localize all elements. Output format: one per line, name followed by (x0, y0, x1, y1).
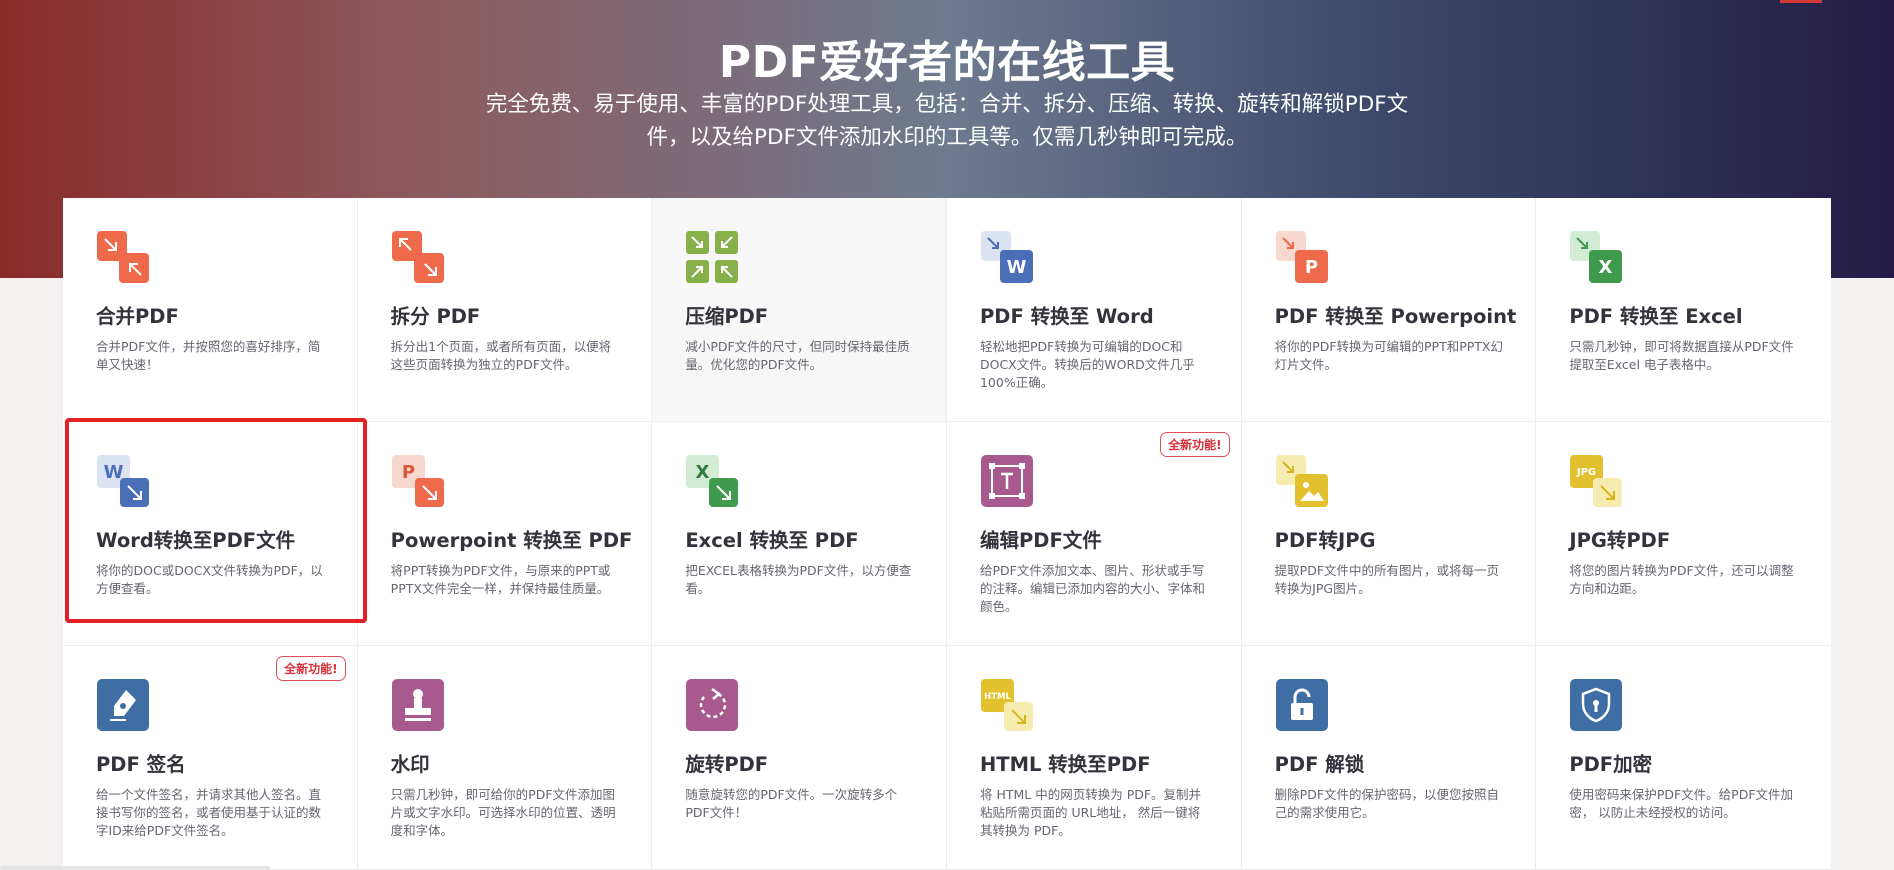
tool-card-word-to-pdf[interactable]: W Word转换至PDF文件 将你的DOC或DOCX文件转换为PDF，以方便查看… (63, 422, 358, 646)
svg-text:P: P (402, 462, 415, 483)
tool-title: Excel 转换至 PDF (685, 529, 859, 552)
tool-description: 给PDF文件添加文本、图片、形状或手写的注释。编辑已添加内容的大小、字体和颜色。 (979, 563, 1205, 614)
edit-pdf-icon (980, 455, 1033, 507)
tool-card-split-pdf[interactable]: 拆分 PDF 拆分出1个页面，或者所有页面，以便将这些页面转换为独立的PDF文件… (357, 198, 653, 422)
rotate-pdf-icon (686, 679, 739, 731)
top-accent-tab (1780, 0, 1822, 3)
tool-card-powerpoint-to-pdf[interactable]: P Powerpoint 转换至 PDF 将PPT转换为PDF文件，与原来的PP… (357, 422, 653, 646)
tool-description: 只需几秒钟，即可给你的PDF文件添加图片或文字水印。可选择水印的位置、透明度和字… (390, 787, 616, 838)
tool-card-jpg-to-pdf[interactable]: JPG JPG转PDF 将您的图片转换为PDF文件，还可以调整方向和边距。 (1536, 422, 1831, 646)
tool-description: 给一个文件签名，并请求其他人签名。直接书写你的签名，或者使用基于认证的数字ID来… (96, 787, 322, 838)
pdf-to-word-icon: W (980, 231, 1033, 283)
jpg-to-pdf-icon: JPG (1570, 455, 1623, 507)
tool-description: 拆分出1个页面，或者所有页面，以便将这些页面转换为独立的PDF文件。 (390, 339, 612, 372)
split-pdf-icon (391, 231, 444, 283)
sign-pdf-icon (97, 679, 149, 731)
tool-description: 将你的DOC或DOCX文件转换为PDF，以方便查看。 (96, 563, 323, 596)
page-subtitle: 完全免费、易于使用、丰富的PDF处理工具，包括：合并、拆分、压缩、转换、旋转和解… (485, 92, 1409, 150)
excel-to-pdf-icon: X (686, 455, 739, 507)
powerpoint-to-pdf-icon: P (391, 455, 444, 507)
page-title: PDF爱好者的在线工具 (718, 37, 1176, 88)
tool-title: PDF 转换至 Word (979, 305, 1154, 328)
tool-card-sign-pdf[interactable]: 全新功能! PDF 签名 给一个文件签名，并请求其他人签名。直接书写你的签名，或… (63, 646, 358, 870)
tool-title: 旋转PDF (685, 753, 769, 776)
merge-pdf-icon (97, 231, 149, 283)
tool-description: 将您的图片转换为PDF文件，还可以调整方向和边距。 (1569, 563, 1794, 596)
tool-title: Word转换至PDF文件 (96, 529, 296, 552)
unlock-pdf-icon (1275, 679, 1328, 731)
svg-text:P: P (1305, 257, 1318, 278)
compress-pdf-icon (686, 231, 739, 283)
tool-title: PDF加密 (1569, 753, 1653, 776)
svg-text:W: W (104, 462, 124, 483)
tool-card-edit-pdf[interactable]: 全新功能! 编辑PDF文件 给PDF文件添加文本、图片、形状或手写的注释。编辑已… (946, 422, 1242, 646)
svg-text:X: X (696, 462, 710, 483)
tool-card-compress-pdf[interactable]: 压缩PDF 减小PDF文件的尺寸，但同时保持最佳质量。优化您的PDF文件。 (652, 198, 947, 422)
pdf-to-powerpoint-icon: P (1275, 231, 1328, 283)
tool-description: 使用密码来保护PDF文件。给PDF文件加密， 以防止未经授权的访问。 (1569, 787, 1794, 820)
tool-title: 编辑PDF文件 (979, 529, 1102, 552)
word-to-pdf-icon: W (97, 455, 149, 507)
tool-title: PDF转JPG (1274, 529, 1376, 552)
tool-description: 把EXCEL表格转换为PDF文件，以方便查看。 (685, 563, 912, 596)
tool-title: 合并PDF (96, 305, 179, 328)
tool-card-excel-to-pdf[interactable]: X Excel 转换至 PDF 把EXCEL表格转换为PDF文件，以方便查看。 (652, 422, 947, 646)
tool-title: PDF 签名 (96, 753, 186, 776)
horizontal-scrollbar[interactable] (0, 866, 270, 870)
tool-title: HTML 转换至PDF (979, 753, 1151, 776)
tool-card-pdf-to-jpg[interactable]: PDF转JPG 提取PDF文件中的所有图片，或将每一页转换为JPG图片。 (1241, 422, 1537, 646)
tool-description: 将 HTML 中的网页转换为 PDF。复制并粘贴所需页面的 URL地址， 然后一… (979, 787, 1202, 838)
tools-grid: 合并PDF 合并PDF文件，并按照您的喜好排序，简单又快速！ 拆分 PDF 拆分… (63, 198, 1831, 870)
tool-title: PDF 转换至 Excel (1569, 305, 1743, 328)
html-to-pdf-icon: HTML (980, 679, 1033, 731)
tool-card-protect-pdf[interactable]: PDF加密 使用密码来保护PDF文件。给PDF文件加密， 以防止未经授权的访问。 (1536, 646, 1831, 870)
protect-pdf-icon (1570, 679, 1623, 731)
tool-description: 提取PDF文件中的所有图片，或将每一页转换为JPG图片。 (1274, 563, 1500, 596)
tool-card-watermark[interactable]: 水印 只需几秒钟，即可给你的PDF文件添加图片或文字水印。可选择水印的位置、透明… (357, 646, 653, 870)
tool-description: 删除PDF文件的保护密码，以便您按照自己的需求使用它。 (1274, 787, 1500, 820)
tool-card-html-to-pdf[interactable]: HTML HTML 转换至PDF 将 HTML 中的网页转换为 PDF。复制并粘… (946, 646, 1242, 870)
tool-title: Powerpoint 转换至 PDF (390, 529, 633, 552)
tool-title: JPG转PDF (1569, 529, 1671, 552)
tool-title: PDF 转换至 Powerpoint (1274, 305, 1517, 328)
tool-title: 拆分 PDF (390, 305, 481, 328)
tool-card-merge-pdf[interactable]: 合并PDF 合并PDF文件，并按照您的喜好排序，简单又快速！ (63, 198, 358, 422)
tool-description: 合并PDF文件，并按照您的喜好排序，简单又快速！ (96, 339, 321, 372)
pdf-to-jpg-icon (1275, 455, 1328, 507)
tool-description: 只需几秒钟，即可将数据直接从PDF文件提取至Excel 电子表格中。 (1569, 339, 1794, 372)
new-feature-badge: 全新功能! (276, 656, 346, 681)
tool-title: 水印 (390, 753, 430, 776)
tool-card-rotate-pdf[interactable]: 旋转PDF 随意旋转您的PDF文件。一次旋转多个PDF文件！ (652, 646, 947, 870)
svg-text:X: X (1599, 257, 1613, 278)
tool-card-pdf-to-word[interactable]: W PDF 转换至 Word 轻松地把PDF转换为可编辑的DOC和DOCX文件。… (946, 198, 1242, 422)
new-feature-badge: 全新功能! (1160, 432, 1230, 457)
tool-description: 轻松地把PDF转换为可编辑的DOC和DOCX文件。转换后的WORD文件几乎100… (979, 339, 1195, 390)
tool-description: 将你的PDF转换为可编辑的PPT和PPTX幻灯片文件。 (1274, 339, 1503, 372)
svg-text:HTML: HTML (984, 692, 1011, 702)
tool-card-unlock-pdf[interactable]: PDF 解锁 删除PDF文件的保护密码，以便您按照自己的需求使用它。 (1241, 646, 1537, 870)
tool-description: 将PPT转换为PDF文件，与原来的PPT或PPTX文件完全一样，并保持最佳质量。 (390, 563, 611, 596)
svg-text:W: W (1007, 257, 1027, 278)
tool-title: 压缩PDF (685, 305, 769, 328)
watermark-icon (391, 679, 444, 731)
tool-description: 随意旋转您的PDF文件。一次旋转多个PDF文件！ (685, 787, 898, 820)
tool-card-pdf-to-powerpoint[interactable]: P PDF 转换至 Powerpoint 将你的PDF转换为可编辑的PPT和PP… (1241, 198, 1537, 422)
svg-text:JPG: JPG (1576, 467, 1596, 478)
tool-card-pdf-to-excel[interactable]: X PDF 转换至 Excel 只需几秒钟，即可将数据直接从PDF文件提取至Ex… (1536, 198, 1831, 422)
pdf-to-excel-icon: X (1570, 231, 1623, 283)
tool-title: PDF 解锁 (1274, 753, 1365, 776)
tool-description: 减小PDF文件的尺寸，但同时保持最佳质量。优化您的PDF文件。 (685, 339, 910, 372)
